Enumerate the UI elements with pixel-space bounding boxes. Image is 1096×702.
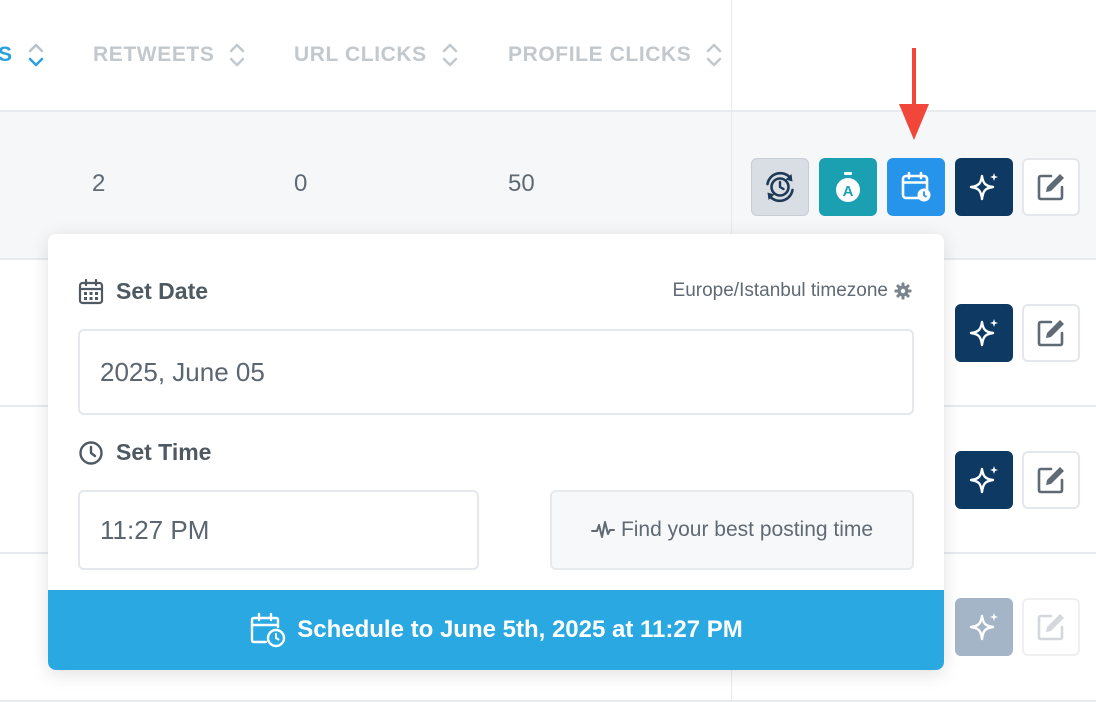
set-time-text: Set Time (116, 439, 212, 465)
sort-desc-icon (27, 40, 45, 70)
edit-pencil-icon (1037, 467, 1064, 494)
set-time-label: Set Time (78, 439, 211, 466)
column-header-label: URL CLICKS (294, 43, 427, 66)
timezone-text: Europe/Istanbul timezone (672, 280, 888, 301)
annotation-arrow-icon (899, 48, 929, 140)
set-date-text: Set Date (116, 278, 209, 304)
sparkles-icon (969, 319, 998, 347)
column-header-url-clicks[interactable]: URL CLICKS (294, 40, 459, 70)
date-input[interactable]: 2025, June 05 (78, 329, 914, 415)
ai-button[interactable] (955, 304, 1013, 362)
edit-button[interactable] (1022, 598, 1080, 656)
profile-clicks-cell: 50 (508, 170, 535, 197)
edit-pencil-icon (1037, 614, 1064, 641)
stopwatch-a-icon: A (836, 172, 860, 202)
column-header-profile-clicks[interactable]: PROFILE CLICKS (508, 40, 723, 70)
gear-icon (894, 282, 912, 300)
column-header-label: RETWEETS (93, 43, 215, 66)
sort-icon (441, 40, 459, 70)
calendar-icon (78, 278, 104, 304)
pulse-icon (590, 521, 615, 538)
sparkles-icon (969, 173, 998, 201)
retweets-cell: 2 (92, 170, 106, 197)
find-best-time-text: Find your best posting time (620, 518, 874, 541)
sort-icon (228, 40, 246, 70)
sparkles-icon (969, 466, 998, 494)
calendar-clock-icon (901, 171, 931, 202)
recycle-button[interactable] (751, 158, 809, 216)
edit-button[interactable] (1022, 304, 1080, 362)
set-date-label: Set Date (78, 278, 208, 305)
ai-button[interactable] (955, 598, 1013, 656)
edit-pencil-icon (1037, 174, 1064, 201)
schedule-button[interactable] (887, 158, 945, 216)
edit-button[interactable] (1022, 158, 1080, 216)
time-value: 11:27 PM (100, 514, 210, 545)
table-header: S RETWEETS URL CLICKS PROFILE CLICKS (0, 0, 1096, 112)
column-header-label: PROFILE CLICKS (508, 43, 692, 66)
column-header-sorted[interactable]: S (0, 40, 45, 70)
column-header-label: S (0, 43, 13, 66)
url-clicks-cell: 0 (294, 170, 308, 197)
time-input[interactable]: 11:27 PM (78, 490, 479, 570)
ai-button[interactable] (955, 451, 1013, 509)
calendar-clock-icon (251, 612, 286, 648)
clock-icon (79, 440, 103, 465)
sort-icon (705, 40, 723, 70)
sparkles-icon (969, 613, 998, 641)
schedule-popover: Set Date Europe/Istanbul timezone 2025, … (48, 234, 944, 670)
ai-button[interactable] (955, 158, 1013, 216)
schedule-confirm-button[interactable]: Schedule to June 5th, 2025 at 11:27 PM (48, 590, 944, 670)
edit-pencil-icon (1037, 320, 1064, 347)
recycle-clock-icon (766, 171, 794, 203)
date-value: 2025, June 05 (100, 356, 265, 387)
column-header-retweets[interactable]: RETWEETS (93, 40, 246, 70)
schedule-confirm-text: Schedule to June 5th, 2025 at 11:27 PM (297, 616, 743, 643)
autoplug-button[interactable]: A (819, 158, 877, 216)
timezone-setting[interactable]: Europe/Istanbul timezone (673, 280, 912, 302)
edit-button[interactable] (1022, 451, 1080, 509)
svg-text:A: A (843, 183, 854, 200)
find-best-time-button[interactable]: Find your best posting time (550, 490, 914, 570)
